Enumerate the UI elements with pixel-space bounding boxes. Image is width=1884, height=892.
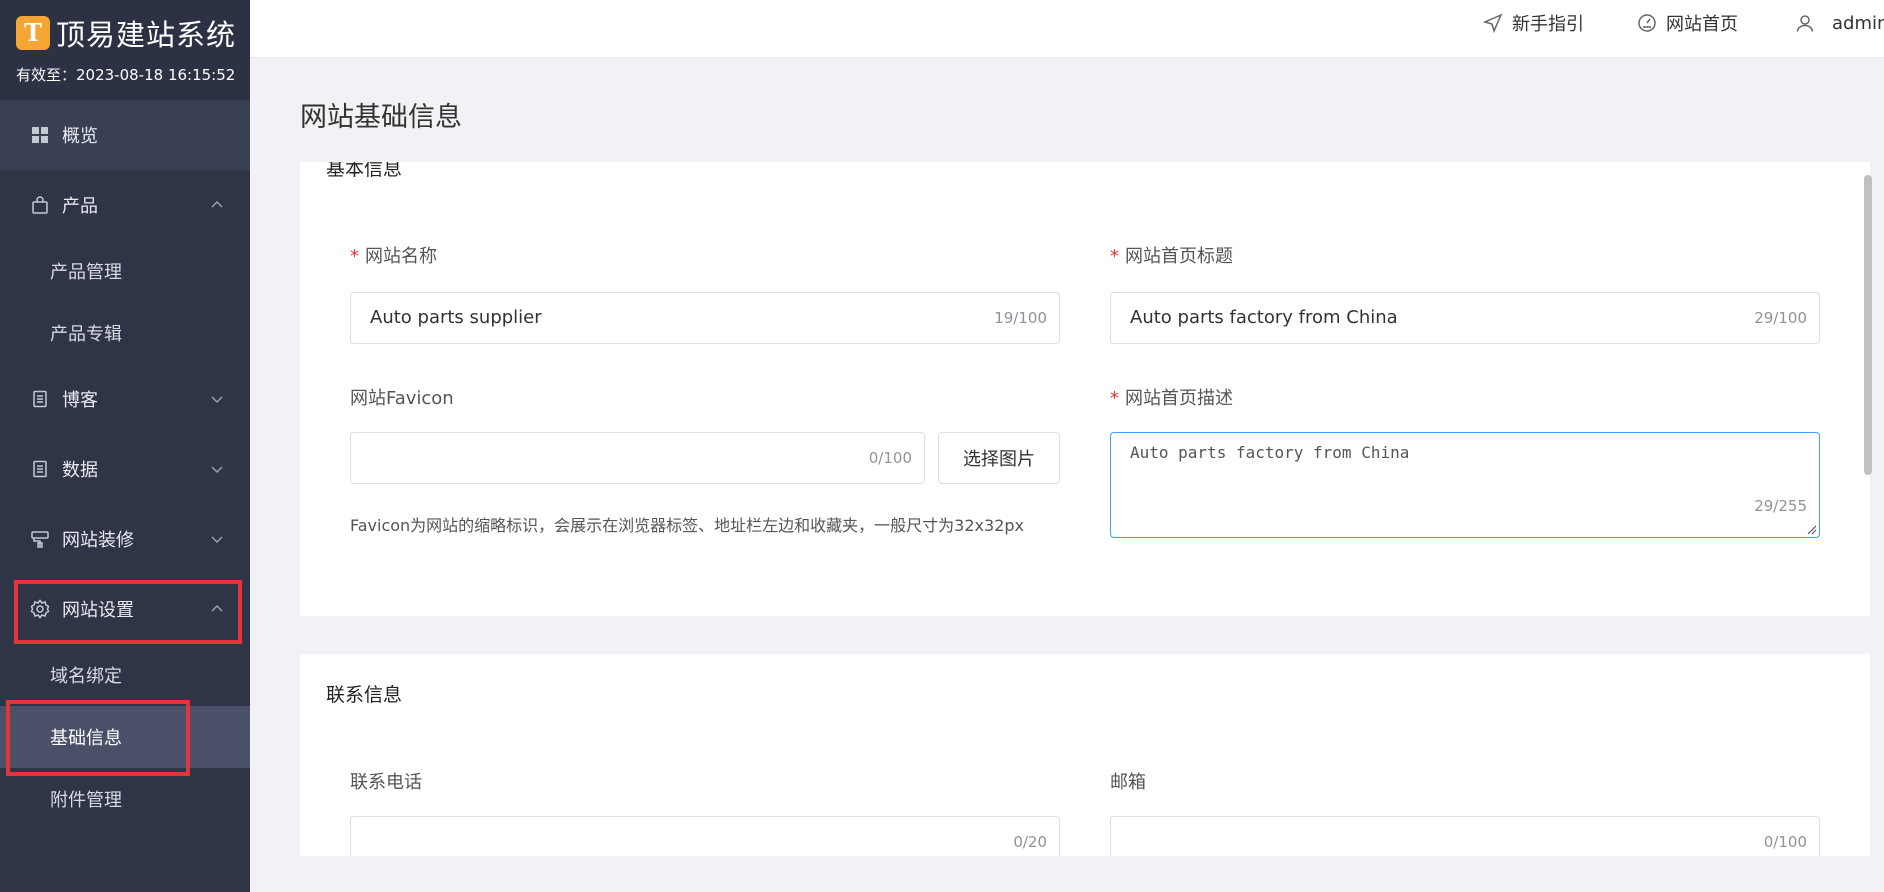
section-title-basic: 基本信息	[326, 162, 403, 180]
favicon-hint: Favicon为网站的缩略标识，会展示在浏览器标签、地址栏左边和收藏夹，一般尺寸…	[350, 516, 1024, 535]
user-icon	[1794, 12, 1816, 34]
document-icon	[30, 459, 50, 479]
resize-handle-icon[interactable]	[1805, 523, 1817, 535]
content-scrollbar[interactable]	[1864, 175, 1872, 475]
brand-logo: T	[16, 16, 50, 50]
top-header: 新手指引 网站首页 admin	[250, 0, 1884, 58]
expiry-date: 有效至：2023-08-18 16:15:52	[16, 66, 236, 84]
email-label: 邮箱	[1110, 772, 1146, 793]
chevron-down-icon	[211, 396, 223, 404]
char-count: 29/255	[1754, 497, 1807, 515]
sidebar-item-product-albums[interactable]: 产品专辑	[0, 302, 250, 364]
email-input[interactable]: 0/100	[1110, 816, 1820, 856]
sidebar-item-site-settings[interactable]: 网站设置	[0, 574, 250, 644]
chevron-down-icon	[211, 466, 223, 474]
sidebar-item-data[interactable]: 数据	[0, 434, 250, 504]
sidebar-item-label: 网站装修	[62, 530, 134, 551]
grid-icon	[30, 125, 50, 145]
favicon-input[interactable]: 0/100	[350, 432, 925, 484]
page-title: 网站基础信息	[300, 102, 462, 133]
site-name-input[interactable]: Auto parts supplier 19/100	[350, 292, 1060, 344]
sidebar-item-site-decoration[interactable]: 网站装修	[0, 504, 250, 574]
site-name-label: * 网站名称	[350, 246, 437, 267]
contact-info-card: 联系信息 联系电话 0/20 邮箱 0/100	[300, 654, 1870, 856]
choose-image-button[interactable]: 选择图片	[938, 432, 1060, 484]
sidebar-item-products[interactable]: 产品	[0, 170, 250, 240]
sidebar-item-attachments[interactable]: 附件管理	[0, 768, 250, 830]
sidebar-item-overview[interactable]: 概览	[0, 100, 250, 170]
sidebar-item-domain-binding[interactable]: 域名绑定	[0, 644, 250, 706]
char-count: 0/100	[1763, 833, 1807, 851]
sidebar-item-basic-info[interactable]: 基础信息	[0, 706, 250, 768]
home-title-label: * 网站首页标题	[1110, 246, 1233, 267]
site-home-link[interactable]: 网站首页	[1636, 0, 1738, 46]
dashboard-gauge-icon	[1636, 12, 1658, 34]
bag-icon	[30, 195, 50, 215]
sidebar-item-label: 数据	[62, 460, 98, 481]
sidebar-nav: 概览 产品 产品管理 产品专辑 博客 数据 网站装修 网站设置 域名绑定 基础信…	[0, 100, 250, 830]
sidebar-item-label: 产品	[62, 196, 98, 217]
sidebar: T 顶易建站系统 有效至：2023-08-18 16:15:52 概览 产品 产…	[0, 0, 250, 892]
basic-info-card: 基本信息 * 网站名称 Auto parts supplier 19/100 * 网…	[300, 162, 1870, 616]
char-count: 19/100	[994, 309, 1047, 327]
document-icon	[30, 389, 50, 409]
sidebar-item-blog[interactable]: 博客	[0, 364, 250, 434]
brand: T 顶易建站系统 有效至：2023-08-18 16:15:52	[0, 0, 250, 100]
brush-icon	[30, 529, 50, 549]
char-count: 0/20	[1013, 833, 1047, 851]
chevron-down-icon	[211, 536, 223, 544]
section-title-contact: 联系信息	[326, 684, 403, 706]
gear-icon	[30, 599, 50, 619]
user-menu[interactable]: admin	[1794, 0, 1884, 46]
sidebar-item-product-management[interactable]: 产品管理	[0, 240, 250, 302]
sidebar-item-label: 网站设置	[62, 600, 134, 621]
home-description-textarea[interactable]: Auto parts factory from China 29/255	[1110, 432, 1820, 538]
chevron-up-icon	[211, 200, 223, 208]
home-description-label: * 网站首页描述	[1110, 388, 1233, 409]
char-count: 0/100	[868, 449, 912, 467]
char-count: 29/100	[1754, 309, 1807, 327]
sidebar-item-label: 博客	[62, 390, 98, 411]
phone-label: 联系电话	[350, 772, 422, 793]
navigation-arrow-icon	[1482, 12, 1504, 34]
home-title-input[interactable]: Auto parts factory from China 29/100	[1110, 292, 1820, 344]
phone-input[interactable]: 0/20	[350, 816, 1060, 856]
sidebar-item-label: 概览	[62, 126, 98, 147]
favicon-label: 网站Favicon	[350, 388, 454, 409]
chevron-up-icon	[211, 604, 223, 612]
guide-link[interactable]: 新手指引	[1482, 0, 1584, 46]
brand-title: 顶易建站系统	[56, 18, 237, 52]
